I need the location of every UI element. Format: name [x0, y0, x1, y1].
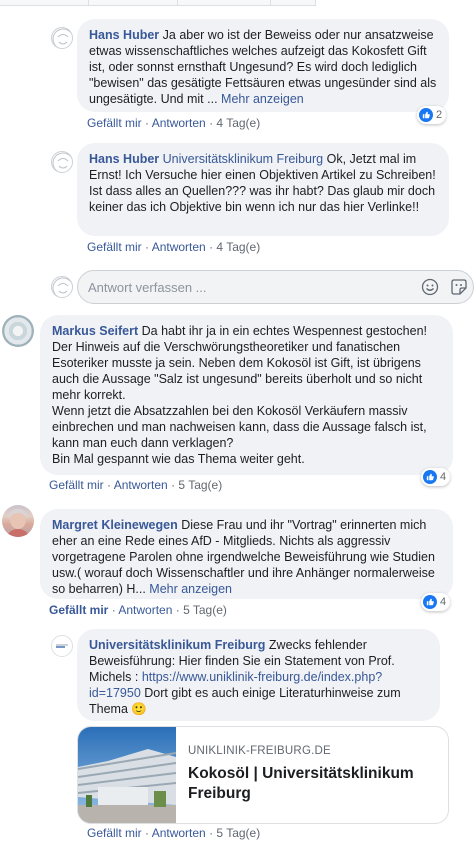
separator-dot: · [175, 603, 180, 617]
like-link[interactable]: Gefällt mir [49, 478, 104, 492]
separator-dot: · [145, 826, 150, 840]
comment-actions: Gefällt mir · Antworten · 4 Tag(e) [87, 240, 260, 254]
emoji-icon[interactable] [421, 278, 439, 299]
separator-dot: · [145, 240, 150, 254]
separator-dot: · [145, 116, 150, 130]
reaction-number: 4 [440, 596, 447, 608]
comment-bubble: Margret Kleinewegen Diese Frau und ihr "… [40, 509, 453, 599]
reaction-count[interactable]: 4 [421, 468, 451, 486]
link-preview-card[interactable]: UNIKLINIK-FREIBURG.DE Kokosöl | Universi… [77, 726, 449, 824]
like-link[interactable]: Gefällt mir [87, 116, 142, 130]
comment-author[interactable]: Hans Huber [89, 152, 159, 166]
separator-dot: · [209, 116, 214, 130]
comment-bubble: Markus Seifert Da habt ihr ja in ein ech… [40, 315, 453, 475]
comment-text-paragraph: Wenn jetzt die Absatzzahlen bei den Koko… [52, 404, 427, 450]
see-more-link[interactable]: Mehr anzeigen [221, 92, 304, 106]
mention-link[interactable]: Universitätsklinikum Freiburg [163, 152, 323, 166]
comment-author[interactable]: Markus Seifert [52, 324, 138, 338]
comment-timestamp[interactable]: 4 Tag(e) [216, 240, 260, 254]
link-domain: UNIKLINIK-FREIBURG.DE [188, 745, 331, 757]
separator-dot: · [209, 240, 214, 254]
comment-actions: Gefällt mir · Antworten · 5 Tag(e) [87, 826, 260, 840]
profile-photo [6, 508, 30, 537]
reply-input[interactable]: Antwort verfassen ... [77, 270, 474, 304]
like-reaction-icon [419, 108, 433, 122]
separator-dot: · [107, 478, 112, 492]
reaction-count[interactable]: 4 [421, 593, 451, 611]
reaction-count[interactable]: 2 [417, 106, 447, 124]
reaction-number: 4 [440, 471, 447, 483]
comment-timestamp[interactable]: 5 Tag(e) [178, 478, 222, 492]
reply-placeholder: Antwort verfassen ... [88, 279, 207, 295]
reply-link[interactable]: Antworten [118, 603, 172, 617]
link-preview-image [78, 727, 176, 823]
like-link[interactable]: Gefällt mir [87, 240, 142, 254]
comment-actions: Gefällt mir · Antworten · 5 Tag(e) [49, 603, 227, 617]
reply-link[interactable]: Antworten [152, 116, 206, 130]
uniklinik-logo-icon [56, 644, 68, 648]
reply-link[interactable]: Antworten [114, 478, 168, 492]
comment-bubble: Hans Huber Ja aber wo ist der Beweiss od… [77, 19, 449, 112]
top-tab-strip [0, 0, 474, 6]
user-avatar[interactable] [2, 505, 34, 537]
comment-author[interactable]: Universitätsklinikum Freiburg [89, 638, 265, 652]
comment-actions: Gefällt mir · Antworten · 5 Tag(e) [49, 478, 222, 492]
like-link[interactable]: Gefällt mir [87, 826, 142, 840]
reaction-number: 2 [436, 109, 443, 121]
like-reaction-icon [423, 595, 437, 609]
avatar-placeholder-icon [52, 277, 72, 297]
current-user-avatar [51, 276, 73, 298]
reply-link[interactable]: Antworten [152, 240, 206, 254]
user-avatar[interactable] [51, 27, 73, 49]
reply-link[interactable]: Antworten [152, 826, 206, 840]
page-avatar[interactable] [51, 635, 73, 657]
user-avatar[interactable] [2, 315, 34, 347]
like-link-active[interactable]: Gefällt mir [49, 603, 108, 617]
like-reaction-icon [423, 470, 437, 484]
comment-text-paragraph: Bin Mal gespannt wie das Thema weiter ge… [52, 452, 305, 466]
comment-bubble: Hans Huber Universitätsklinikum Freiburg… [77, 143, 449, 236]
user-avatar[interactable] [51, 151, 73, 173]
comment-actions: Gefällt mir · Antworten · 4 Tag(e) [87, 116, 260, 130]
avatar-placeholder-icon [52, 152, 72, 172]
separator-dot: · [209, 826, 214, 840]
comment-timestamp[interactable]: 5 Tag(e) [183, 603, 227, 617]
avatar-placeholder-icon [52, 28, 72, 48]
separator-dot: · [171, 478, 176, 492]
separator-dot: · [111, 603, 116, 617]
comment-timestamp[interactable]: 4 Tag(e) [216, 116, 260, 130]
smiley-emoji: 🙂 [131, 702, 147, 716]
sticker-icon[interactable] [450, 278, 468, 299]
see-more-link[interactable]: Mehr anzeigen [149, 582, 232, 596]
comment-timestamp[interactable]: 5 Tag(e) [216, 826, 260, 840]
comment-author[interactable]: Margret Kleinewegen [52, 518, 178, 532]
link-title: Kokosöl | Universitätsklinikum Freiburg [188, 765, 414, 802]
comment-bubble: Universitätsklinikum Freiburg Zwecks feh… [77, 629, 440, 721]
comment-author[interactable]: Hans Huber [89, 28, 159, 42]
